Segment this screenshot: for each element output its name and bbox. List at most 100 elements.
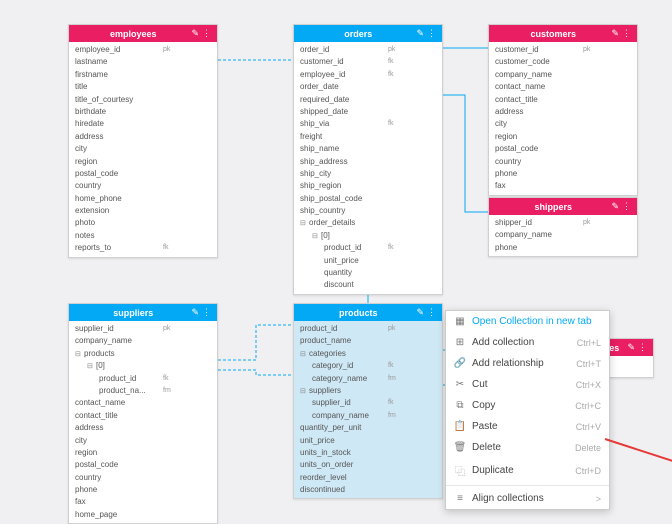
field-row[interactable]: ⊟products	[69, 348, 217, 360]
field-row[interactable]: contact_name	[69, 397, 217, 409]
field-row[interactable]: quantity_per_unit	[294, 422, 442, 434]
field-row[interactable]: region	[69, 156, 217, 168]
field-row[interactable]: contact_title	[489, 94, 637, 106]
field-row[interactable]: city	[69, 143, 217, 155]
field-row[interactable]: ship_name	[294, 143, 442, 155]
field-row[interactable]: shipper_id pk	[489, 217, 637, 229]
field-row[interactable]: ship_region	[294, 180, 442, 192]
field-row[interactable]: country	[69, 180, 217, 192]
more-icon[interactable]: ⋮	[427, 28, 436, 39]
menu-item-add-collection[interactable]: ⊞ Add collection Ctrl+L	[446, 332, 609, 353]
field-row[interactable]: company_name	[489, 69, 637, 81]
field-row[interactable]: address	[69, 422, 217, 434]
pencil-icon[interactable]: ✎	[611, 28, 619, 39]
field-row[interactable]: customer_id pk	[489, 44, 637, 56]
field-row[interactable]: home_page	[69, 509, 217, 521]
menu-item-paste[interactable]: 📋 Paste Ctrl+V	[446, 416, 609, 437]
field-row[interactable]: quantity	[294, 267, 442, 279]
field-row[interactable]: reports_to fk	[69, 242, 217, 254]
entity-customers[interactable]: customers ✎ ⋮ customer_id pk customer_co…	[488, 24, 638, 196]
field-row[interactable]: supplier_id pk	[69, 323, 217, 335]
field-row[interactable]: discount	[294, 279, 442, 291]
field-row[interactable]: city	[489, 118, 637, 130]
field-row[interactable]: employee_id pk	[69, 44, 217, 56]
menu-item-duplicate[interactable]: ⿻ Duplicate Ctrl+D	[446, 458, 609, 483]
more-icon[interactable]: ⋮	[202, 307, 211, 318]
menu-item-align-collections[interactable]: ≡ Align collections >	[446, 488, 609, 509]
field-row[interactable]: address	[69, 131, 217, 143]
field-row[interactable]: postal_code	[69, 459, 217, 471]
field-row[interactable]: fax	[489, 180, 637, 192]
field-row[interactable]: discontinued	[294, 484, 442, 496]
field-row[interactable]: extension	[69, 205, 217, 217]
field-row[interactable]: reorder_level	[294, 472, 442, 484]
field-row[interactable]: company_name	[489, 229, 637, 241]
entity-header[interactable]: products ✎ ⋮	[294, 304, 442, 321]
entity-suppliers[interactable]: suppliers ✎ ⋮ supplier_id pk company_nam…	[68, 303, 218, 524]
entity-header[interactable]: orders ✎ ⋮	[294, 25, 442, 42]
field-row[interactable]: address	[489, 106, 637, 118]
field-row[interactable]: ship_address	[294, 156, 442, 168]
field-row[interactable]: employee_id fk	[294, 69, 442, 81]
field-row[interactable]: notes	[69, 230, 217, 242]
field-row[interactable]: fax	[69, 496, 217, 508]
field-row[interactable]: region	[489, 131, 637, 143]
field-row[interactable]: ship_city	[294, 168, 442, 180]
entity-header[interactable]: shippers ✎ ⋮	[489, 198, 637, 215]
field-row[interactable]: customer_code	[489, 56, 637, 68]
field-row[interactable]: order_date	[294, 81, 442, 93]
field-row[interactable]: firstname	[69, 69, 217, 81]
entity-header[interactable]: customers ✎ ⋮	[489, 25, 637, 42]
field-row[interactable]: region	[69, 447, 217, 459]
pencil-icon[interactable]: ✎	[191, 307, 199, 318]
entity-header[interactable]: suppliers ✎ ⋮	[69, 304, 217, 321]
field-row[interactable]: product_id pk	[294, 323, 442, 335]
field-row[interactable]: contact_name	[489, 81, 637, 93]
entity-employees[interactable]: employees ✎ ⋮ employee_id pk lastname fi…	[68, 24, 218, 258]
field-row[interactable]: phone	[69, 484, 217, 496]
field-row[interactable]: contact_title	[69, 410, 217, 422]
menu-item-copy[interactable]: ⧉ Copy Ctrl+C	[446, 395, 609, 416]
field-row[interactable]: freight	[294, 131, 442, 143]
field-row[interactable]: ⊟categories	[294, 348, 442, 360]
menu-item-open-collection-in-new-tab[interactable]: ▦ Open Collection in new tab	[446, 311, 609, 332]
field-row[interactable]: order_id pk	[294, 44, 442, 56]
field-row[interactable]: phone	[489, 168, 637, 180]
more-icon[interactable]: ⋮	[622, 28, 631, 39]
field-row[interactable]: ⊟order_details	[294, 217, 442, 229]
menu-item-delete[interactable]: 🗑 Delete Delete	[446, 437, 609, 458]
field-row[interactable]: product_name	[294, 335, 442, 347]
field-row[interactable]: home_phone	[69, 193, 217, 205]
field-row[interactable]: city	[69, 435, 217, 447]
more-icon[interactable]: ⋮	[622, 201, 631, 212]
field-row[interactable]: category_id fk	[294, 360, 442, 372]
field-row[interactable]: product_na... fm	[69, 385, 217, 397]
field-row[interactable]: required_date	[294, 94, 442, 106]
entity-orders[interactable]: orders ✎ ⋮ order_id pk customer_id fk em…	[293, 24, 443, 295]
field-row[interactable]: units_in_stock	[294, 447, 442, 459]
field-row[interactable]: unit_price	[294, 435, 442, 447]
field-row[interactable]: product_id fk	[69, 373, 217, 385]
entity-products[interactable]: products ✎ ⋮ product_id pk product_name …	[293, 303, 443, 499]
field-row[interactable]: hiredate	[69, 118, 217, 130]
field-row[interactable]: postal_code	[489, 143, 637, 155]
field-row[interactable]: shipped_date	[294, 106, 442, 118]
field-row[interactable]: ⊟[0]	[294, 230, 442, 242]
field-row[interactable]: phone	[489, 242, 637, 254]
field-row[interactable]: company_name fm	[294, 410, 442, 422]
pencil-icon[interactable]: ✎	[416, 307, 424, 318]
field-row[interactable]: ⊟suppliers	[294, 385, 442, 397]
pencil-icon[interactable]: ✎	[191, 28, 199, 39]
field-row[interactable]: lastname	[69, 56, 217, 68]
entity-header[interactable]: employees ✎ ⋮	[69, 25, 217, 42]
menu-item-cut[interactable]: ✂ Cut Ctrl+X	[446, 374, 609, 395]
pencil-icon[interactable]: ✎	[416, 28, 424, 39]
field-row[interactable]: unit_price	[294, 255, 442, 267]
field-row[interactable]: ship_via fk	[294, 118, 442, 130]
field-row[interactable]: company_name	[69, 335, 217, 347]
field-row[interactable]: ⊟[0]	[69, 360, 217, 372]
more-icon[interactable]: ⋮	[638, 342, 647, 353]
more-icon[interactable]: ⋮	[427, 307, 436, 318]
field-row[interactable]: photo	[69, 217, 217, 229]
field-row[interactable]: postal_code	[69, 168, 217, 180]
